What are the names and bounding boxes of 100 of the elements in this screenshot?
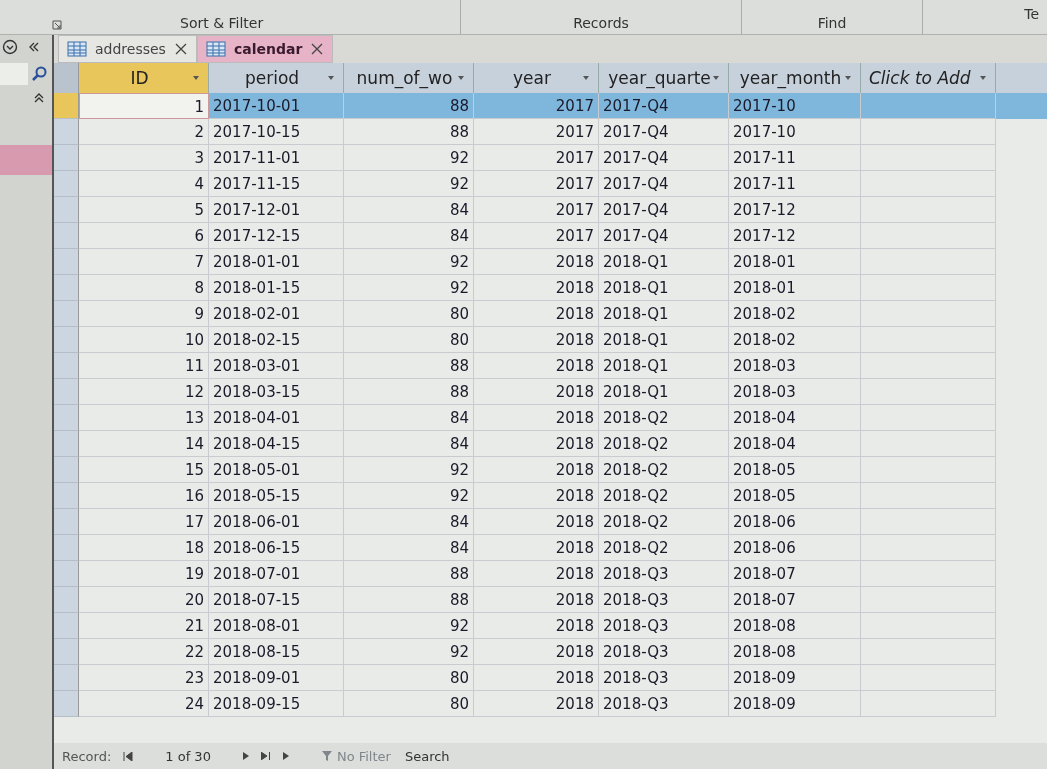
table-cell: 2018-09-01 [209,665,344,691]
table-cell: 2018-Q3 [599,691,729,717]
record-selector[interactable] [54,431,79,457]
record-selector[interactable] [54,535,79,561]
document-tab[interactable]: addresses [58,35,197,63]
record-selector[interactable] [54,405,79,431]
record-selector[interactable] [54,353,79,379]
record-selector[interactable] [54,145,79,171]
table-cell: 2 [79,119,209,145]
nav-group-bar[interactable] [0,145,52,175]
record-selector[interactable] [54,691,79,717]
table-cell: 2018-Q3 [599,561,729,587]
table-cell: 1 [79,93,209,119]
table-cell: 92 [344,145,474,171]
record-selector[interactable] [54,275,79,301]
table-cell: 4 [79,171,209,197]
caret-icon[interactable] [979,75,987,81]
table-cell: 15 [79,457,209,483]
record-selector[interactable] [54,613,79,639]
new-record-icon[interactable] [282,752,289,760]
table-cell: 2017-Q4 [599,93,729,119]
table-cell: 2018-03 [729,353,861,379]
table-cell: 2018-01 [729,249,861,275]
table-cell: 13 [79,405,209,431]
column-header[interactable]: ID [79,63,209,93]
group-label: Sort & Filter [180,15,264,31]
record-selector[interactable] [54,301,79,327]
table-cell: 80 [344,327,474,353]
record-selector[interactable] [54,249,79,275]
table-cell: 7 [79,249,209,275]
table-cell: 3 [79,145,209,171]
record-selector[interactable] [54,171,79,197]
dropdown-circle-icon[interactable] [2,39,18,55]
table-cell: 12 [79,379,209,405]
table-cell: 2017 [474,171,599,197]
table-cell: 88 [344,561,474,587]
table-cell: 24 [79,691,209,717]
table-cell: 20 [79,587,209,613]
record-selector[interactable] [54,119,79,145]
table-cell: 2018-07 [729,561,861,587]
table-cell: 2018-08 [729,613,861,639]
document-tab[interactable]: calendar [196,35,334,63]
caret-icon[interactable] [582,75,590,81]
record-selector[interactable] [54,379,79,405]
record-selector[interactable] [54,639,79,665]
record-selector[interactable] [54,561,79,587]
table-cell: 2017 [474,223,599,249]
table-cell: 16 [79,483,209,509]
collapse-icon[interactable] [28,42,40,52]
table-cell: 2018 [474,691,599,717]
table-cell: 5 [79,197,209,223]
table-cell: 92 [344,171,474,197]
close-icon[interactable] [173,42,188,56]
next-record-icon[interactable] [242,752,249,760]
table-cell: 2018-05-01 [209,457,344,483]
double-up-icon[interactable] [34,93,44,103]
table-cell: 2017-12 [729,223,861,249]
record-selector[interactable] [54,665,79,691]
record-selector[interactable] [54,509,79,535]
table-cell: 18 [79,535,209,561]
search-field[interactable]: Search [402,747,497,765]
first-record-icon[interactable] [123,751,134,761]
record-selector[interactable] [54,587,79,613]
table-cell: 2018 [474,301,599,327]
record-label: Record: [62,748,112,764]
table-cell: 2018-04-15 [209,431,344,457]
table-cell: 80 [344,301,474,327]
search-field[interactable] [0,63,28,85]
table-cell: 84 [344,405,474,431]
table-cell: 2018 [474,457,599,483]
record-selector[interactable] [54,457,79,483]
close-icon[interactable] [310,42,325,56]
record-selector[interactable] [54,197,79,223]
caret-icon[interactable] [457,75,465,81]
record-position-field[interactable]: 1 of 30 [165,748,211,764]
select-all-corner[interactable] [54,63,79,93]
table-cell: 88 [344,379,474,405]
table-cell: 2018-06 [729,509,861,535]
record-selector[interactable] [54,93,79,119]
table-cell: 2018 [474,665,599,691]
last-record-icon[interactable] [260,752,271,760]
table-cell: 2018 [474,327,599,353]
record-selector[interactable] [54,327,79,353]
caret-icon[interactable] [712,75,720,81]
table-cell: 2018-02 [729,327,861,353]
table-cell: 88 [344,587,474,613]
table-cell: 9 [79,301,209,327]
table-cell: 2017 [474,145,599,171]
record-selector[interactable] [54,223,79,249]
table-cell: 2018-Q3 [599,587,729,613]
table-cell: 2018-08 [729,639,861,665]
caret-icon[interactable] [844,75,852,81]
caret-icon[interactable] [192,75,200,81]
dialog-launcher-icon[interactable] [52,20,62,30]
record-selector[interactable] [54,483,79,509]
table-cell: 2018-09-15 [209,691,344,717]
search-icon[interactable] [30,65,48,83]
caret-icon[interactable] [327,75,335,81]
table-cell: 2018 [474,535,599,561]
table-cell: 84 [344,197,474,223]
